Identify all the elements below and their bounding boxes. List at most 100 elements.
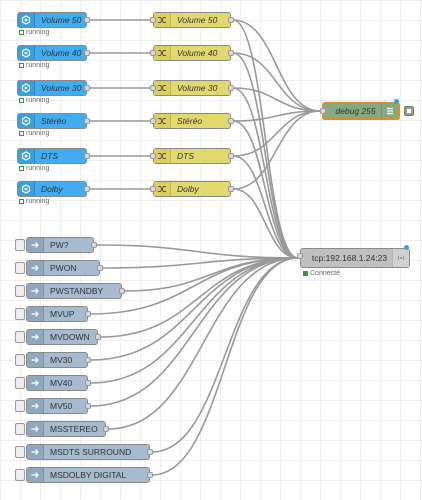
input-port[interactable] xyxy=(150,85,156,91)
command-inject-node[interactable]: MSDTS SURROUND xyxy=(26,444,153,460)
inject-node[interactable]: Volume 50 xyxy=(17,12,90,28)
wire-change-to-debug[interactable] xyxy=(232,52,321,112)
command-inject-node[interactable]: MV30 xyxy=(26,352,91,368)
inject-trigger-button[interactable] xyxy=(15,308,25,320)
wire-change-to-tcp[interactable] xyxy=(232,19,299,259)
output-port[interactable] xyxy=(95,334,101,340)
wire-change-to-tcp[interactable] xyxy=(232,188,299,259)
output-port[interactable] xyxy=(228,17,234,23)
node-label: Dolby xyxy=(177,184,199,194)
debug-toggle-button[interactable] xyxy=(404,106,414,116)
inject-trigger-button[interactable] xyxy=(15,285,25,297)
wire-change-to-debug[interactable] xyxy=(232,110,321,122)
command-inject-node[interactable]: PW? xyxy=(26,237,97,253)
wire-change-to-debug[interactable] xyxy=(232,110,321,190)
inject-trigger-button[interactable] xyxy=(15,469,25,481)
inject-trigger-button[interactable] xyxy=(15,239,25,251)
inject-trigger-button[interactable] xyxy=(15,262,25,274)
tcp-out-node[interactable]: tcp:192.168.1.24:23 xyxy=(297,248,410,268)
inject-node[interactable]: Dolby xyxy=(17,181,90,197)
command-inject-node[interactable]: MVUP xyxy=(26,306,91,322)
command-inject-node[interactable]: MV50 xyxy=(26,398,91,414)
input-port[interactable] xyxy=(150,186,156,192)
command-inject-node[interactable]: PWSTANDBY xyxy=(26,283,125,299)
output-port[interactable] xyxy=(84,153,90,159)
wire-command-to-tcp[interactable] xyxy=(123,257,299,292)
inject-trigger-button[interactable] xyxy=(15,331,25,343)
inject-trigger-button[interactable] xyxy=(15,377,25,389)
inject-node[interactable]: Stéréo xyxy=(17,113,90,129)
inject-node[interactable]: Volume 30 xyxy=(17,80,90,96)
change-node[interactable]: Volume 30 xyxy=(150,80,234,96)
input-port[interactable] xyxy=(150,17,156,23)
change-node[interactable]: Dolby xyxy=(150,181,234,197)
wire-command-to-tcp[interactable] xyxy=(101,257,299,269)
output-port[interactable] xyxy=(228,50,234,56)
output-port[interactable] xyxy=(228,186,234,192)
wire-change-to-tcp[interactable] xyxy=(232,120,299,259)
inject-trigger-button[interactable] xyxy=(15,354,25,366)
output-port[interactable] xyxy=(228,118,234,124)
wire-change-to-debug[interactable] xyxy=(232,110,321,157)
output-port[interactable] xyxy=(119,288,125,294)
output-port[interactable] xyxy=(85,380,91,386)
inject-trigger-button[interactable] xyxy=(15,446,25,458)
node-label: MVDOWN xyxy=(50,332,90,342)
arrow-icon xyxy=(27,307,44,321)
output-port[interactable] xyxy=(84,17,90,23)
input-port[interactable] xyxy=(150,118,156,124)
status-text: running xyxy=(26,97,50,104)
output-port[interactable] xyxy=(84,50,90,56)
wire-change-to-tcp[interactable] xyxy=(232,52,299,259)
output-port[interactable] xyxy=(91,242,97,248)
inject-node[interactable]: Volume 40 xyxy=(17,45,90,61)
wire-command-to-tcp[interactable] xyxy=(95,244,299,259)
status-text: running xyxy=(26,130,50,137)
output-port[interactable] xyxy=(228,153,234,159)
wire-command-to-tcp[interactable] xyxy=(89,257,299,384)
output-port[interactable] xyxy=(97,265,103,271)
input-port[interactable] xyxy=(320,108,326,114)
wire-change-to-debug[interactable] xyxy=(232,87,321,112)
output-port[interactable] xyxy=(85,357,91,363)
wire-command-to-tcp[interactable] xyxy=(151,257,299,453)
input-port[interactable] xyxy=(150,153,156,159)
wire-command-to-tcp[interactable] xyxy=(151,257,299,476)
command-inject-node[interactable]: MVDOWN xyxy=(26,329,101,345)
wire-change-to-tcp[interactable] xyxy=(232,87,299,259)
debug-node[interactable]: debug 255 xyxy=(320,102,400,120)
wire-command-to-tcp[interactable] xyxy=(89,257,299,407)
output-port[interactable] xyxy=(147,472,153,478)
wire-change-to-debug[interactable] xyxy=(232,19,321,112)
inject-icon xyxy=(18,81,35,95)
input-port[interactable] xyxy=(150,50,156,56)
inject-icon xyxy=(18,182,35,196)
output-port[interactable] xyxy=(84,85,90,91)
wire-command-to-tcp[interactable] xyxy=(89,257,299,361)
inject-node[interactable]: DTS xyxy=(17,148,90,164)
output-port[interactable] xyxy=(147,449,153,455)
command-inject-node[interactable]: MV40 xyxy=(26,375,91,391)
input-port[interactable] xyxy=(297,253,303,259)
inject-trigger-button[interactable] xyxy=(15,423,25,435)
output-port[interactable] xyxy=(84,118,90,124)
node-label: MV30 xyxy=(50,355,73,365)
wire-command-to-tcp[interactable] xyxy=(99,257,299,338)
output-port[interactable] xyxy=(84,186,90,192)
command-inject-node[interactable]: PWON xyxy=(26,260,103,276)
command-inject-node[interactable]: MSDOLBY DIGITAL xyxy=(26,467,153,483)
change-node[interactable]: Volume 40 xyxy=(150,45,234,61)
output-port[interactable] xyxy=(228,85,234,91)
change-node[interactable]: Volume 50 xyxy=(150,12,234,28)
output-port[interactable] xyxy=(85,311,91,317)
wire-command-to-tcp[interactable] xyxy=(107,257,299,430)
output-port[interactable] xyxy=(85,403,91,409)
wire-change-to-tcp[interactable] xyxy=(232,155,299,259)
status-dot-icon xyxy=(19,199,24,204)
command-inject-node[interactable]: MSSTEREO xyxy=(26,421,109,437)
inject-trigger-button[interactable] xyxy=(15,400,25,412)
change-node[interactable]: DTS xyxy=(150,148,234,164)
output-port[interactable] xyxy=(103,426,109,432)
arrow-icon xyxy=(27,376,44,390)
change-node[interactable]: Stéréo xyxy=(150,113,234,129)
